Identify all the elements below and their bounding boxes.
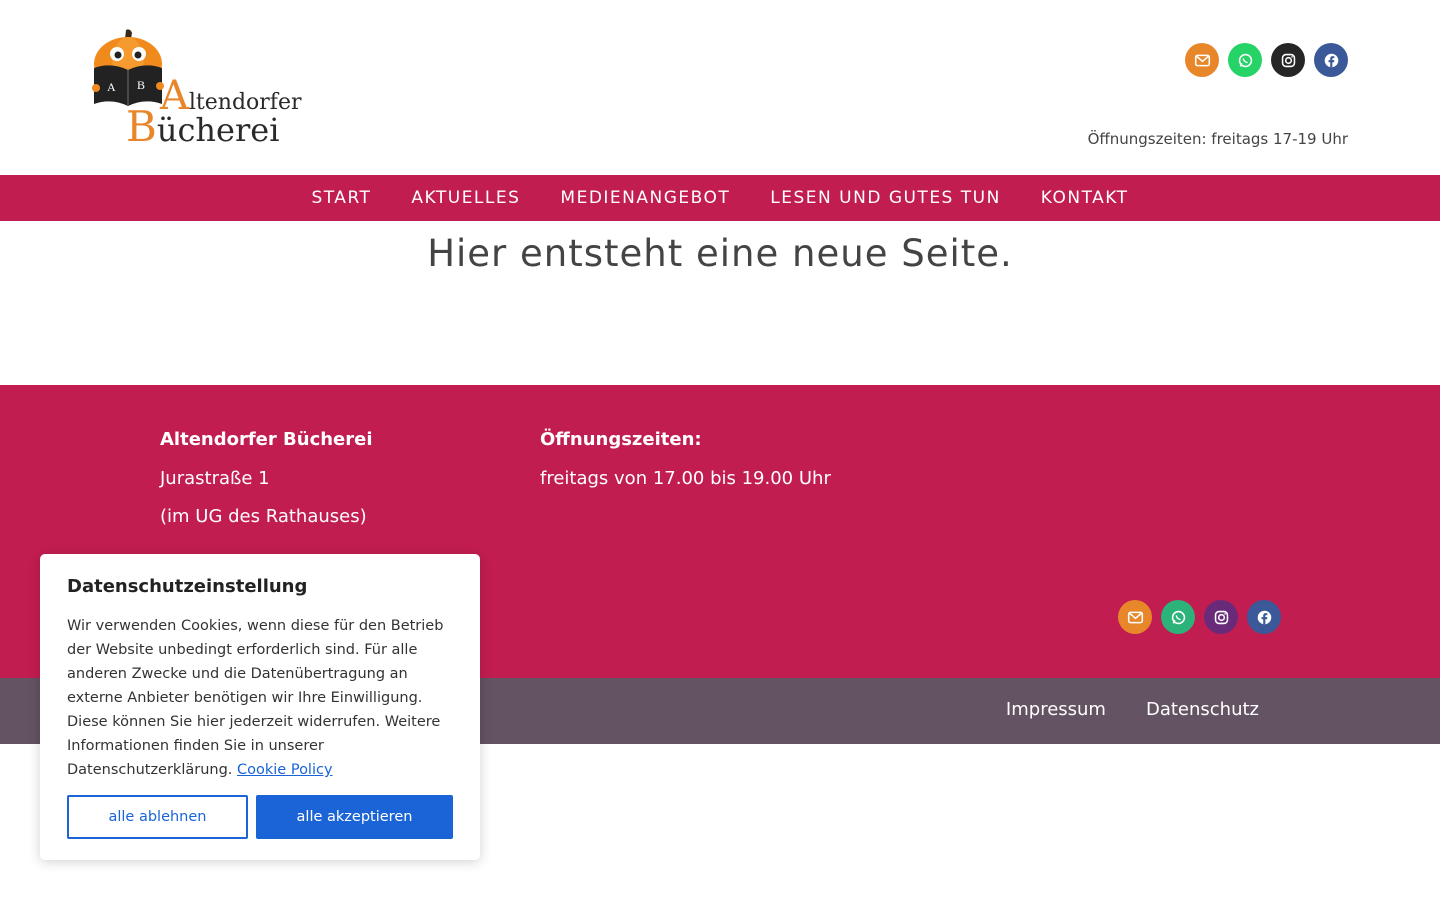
footer-address-heading: Altendorfer Bücherei: [160, 429, 373, 450]
footer-address-note: (im UG des Rathauses): [160, 506, 367, 527]
email-icon: [1127, 611, 1143, 623]
footer-hours-text: freitags von 17.00 bis 19.00 Uhr: [540, 468, 831, 489]
cookie-buttons: alle ablehnen alle akzeptieren: [67, 795, 453, 839]
facebook-icon: [1324, 53, 1338, 67]
footer-whatsapp-button[interactable]: [1161, 600, 1195, 634]
page-title: Hier entsteht eine neue Seite.: [427, 232, 1013, 275]
deny-all-button[interactable]: alle ablehnen: [67, 795, 248, 839]
book-letter-b: B: [137, 78, 145, 92]
email-icon: [1194, 54, 1210, 66]
nav-item-kontakt[interactable]: KONTAKT: [1041, 188, 1129, 208]
footer-hours-heading: Öffnungszeiten:: [540, 429, 702, 450]
site-header: A B Altendorfer Bücherei Öffnungszeiten:…: [0, 0, 1440, 175]
footer-address-street: Jurastraße 1: [160, 468, 270, 489]
footer-hours: Öffnungszeiten: freitags von 17.00 bis 1…: [540, 429, 831, 506]
facebook-icon: [1257, 610, 1271, 624]
cookie-dialog-text: Wir verwenden Cookies, wenn diese für de…: [67, 614, 453, 782]
nav-item-aktuelles[interactable]: AKTUELLES: [411, 188, 520, 208]
instagram-button[interactable]: [1271, 43, 1305, 77]
footer-social-links: [1118, 600, 1281, 634]
main-navigation: START AKTUELLES MEDIENANGEBOT LESEN UND …: [0, 175, 1440, 221]
nav-item-medienangebot[interactable]: MEDIENANGEBOT: [560, 188, 730, 208]
nav-item-start[interactable]: START: [311, 188, 371, 208]
book-letter-a: A: [107, 80, 116, 94]
whatsapp-icon: [1238, 53, 1252, 67]
logo-line-2: Bücherei: [126, 106, 279, 148]
instagram-icon: [1214, 610, 1228, 624]
email-button[interactable]: [1185, 43, 1219, 77]
legal-links: Impressum Datenschutz: [1006, 699, 1259, 720]
whatsapp-icon: [1171, 610, 1185, 624]
footer-email-button[interactable]: [1118, 600, 1152, 634]
logo-line-2-text-rest: ücherei: [156, 111, 280, 149]
instagram-icon: [1281, 53, 1295, 67]
opening-hours-header: Öffnungszeiten: freitags 17-19 Uhr: [1087, 130, 1348, 148]
footer-facebook-button[interactable]: [1247, 600, 1281, 634]
impressum-link[interactable]: Impressum: [1006, 699, 1106, 720]
logo-line-2-text-initial: B: [126, 102, 157, 151]
facebook-button[interactable]: [1314, 43, 1348, 77]
whatsapp-button[interactable]: [1228, 43, 1262, 77]
logo-line-2-text: Bücherei: [126, 106, 280, 149]
datenschutz-link[interactable]: Datenschutz: [1146, 699, 1259, 720]
footer-instagram-button[interactable]: [1204, 600, 1238, 634]
footer-address: Altendorfer Bücherei Jurastraße 1 (im UG…: [160, 429, 373, 544]
cookie-consent-dialog: Datenschutzeinstellung Wir verwenden Coo…: [40, 554, 480, 860]
accept-all-button[interactable]: alle akzeptieren: [256, 795, 453, 839]
cookie-description: Wir verwenden Cookies, wenn diese für de…: [67, 618, 444, 778]
header-social-links: [1185, 43, 1348, 77]
cookie-dialog-title: Datenschutzeinstellung: [67, 576, 308, 597]
cookie-policy-link[interactable]: Cookie Policy: [237, 762, 333, 778]
nav-item-lesen-und-gutes-tun[interactable]: LESEN UND GUTES TUN: [770, 188, 1001, 208]
